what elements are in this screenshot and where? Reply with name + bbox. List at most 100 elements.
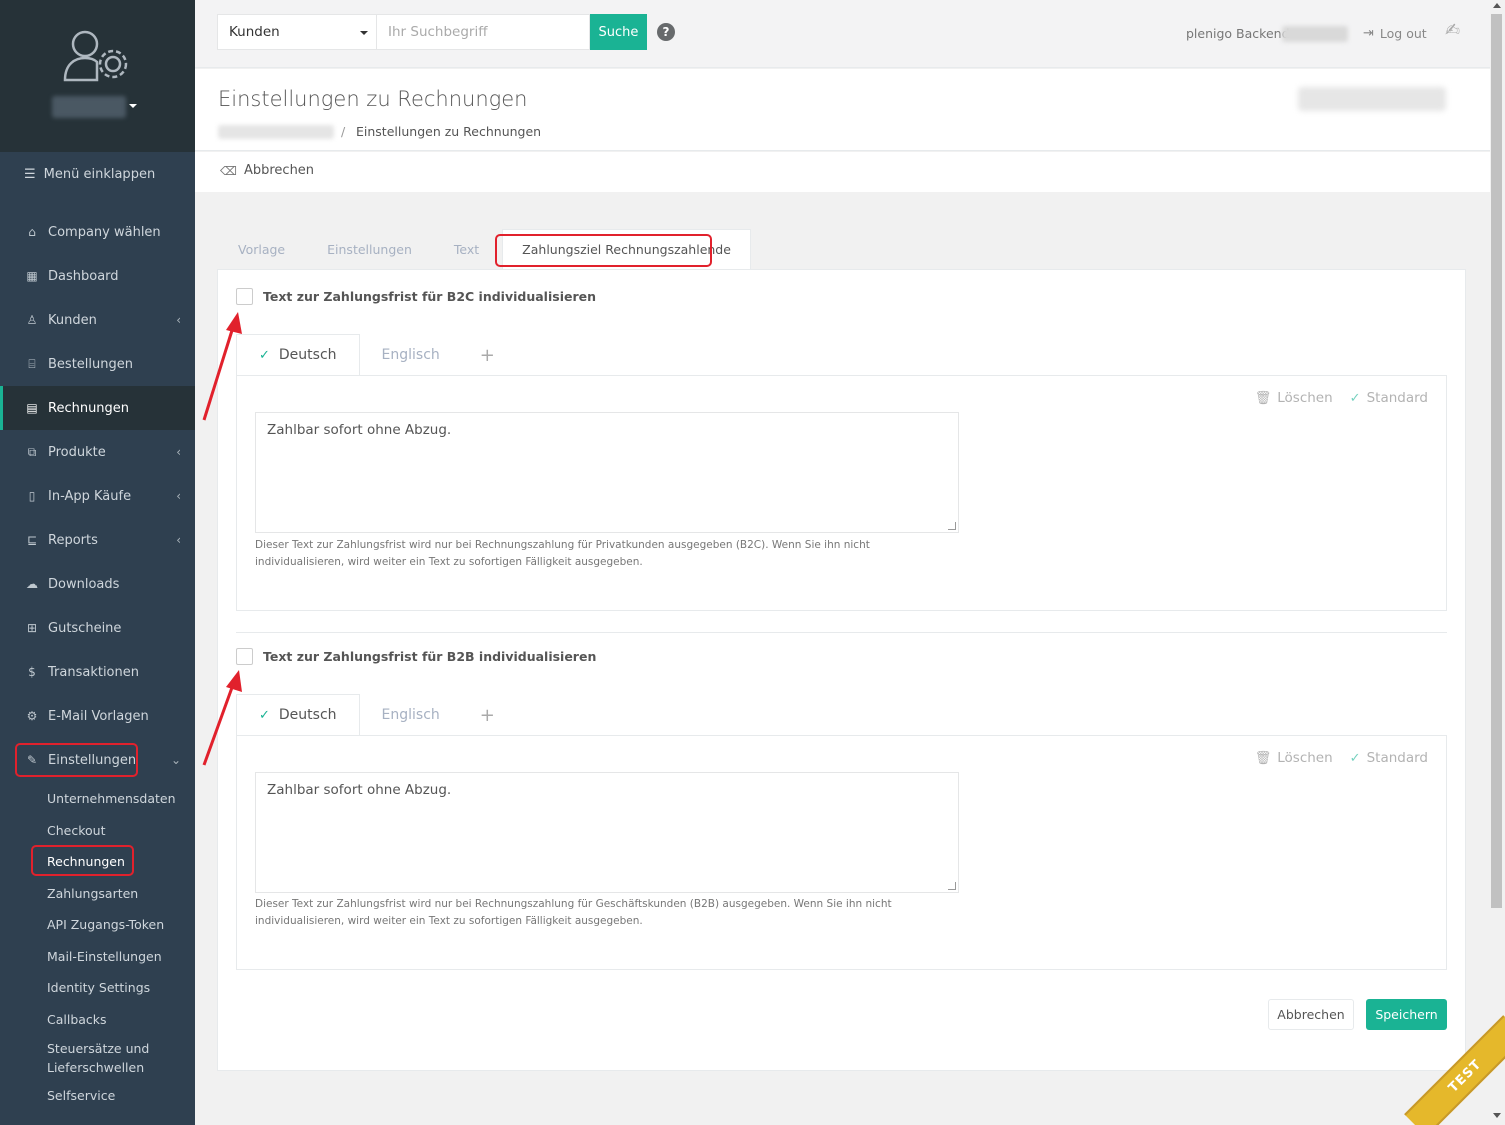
transactions-icon: $ [28, 665, 36, 679]
sidebar-item-dashboard[interactable]: ▦ Dashboard [0, 254, 195, 298]
sidebar-item-produkte[interactable]: ⧉ Produkte ‹ [0, 430, 195, 474]
b2b-checkbox-row: Text zur Zahlungsfrist für B2B individua… [236, 648, 596, 665]
b2c-help-text: Dieser Text zur Zahlungsfrist wird nur b… [255, 539, 870, 568]
subitem-selfservice[interactable]: Selfservice [0, 1080, 195, 1112]
sidebar-item-label: In-App Käufe [48, 488, 132, 504]
sidebar-item-transaktionen[interactable]: $ Transaktionen [0, 650, 195, 694]
standard-label: Standard [1366, 390, 1428, 406]
sidebar-item-reports[interactable]: ⊑ Reports ‹ [0, 518, 195, 562]
cancel-link[interactable]: ⌫ Abbrechen [220, 163, 314, 178]
resize-grip-icon[interactable] [948, 522, 956, 530]
search-button[interactable]: Suche [590, 14, 647, 50]
search-input[interactable]: Ihr Suchbegriff [377, 14, 590, 50]
sidebar-submenu: Unternehmensdaten Checkout Rechnungen Za… [0, 783, 195, 1112]
save-button[interactable]: Speichern [1366, 999, 1447, 1030]
chevron-left-icon: ‹ [176, 533, 181, 547]
hamburger-icon: ☰ [24, 166, 36, 182]
b2b-delete-button[interactable]: 🗑 Löschen [1255, 750, 1333, 766]
resize-grip-icon[interactable] [948, 882, 956, 890]
user-name-blurred[interactable] [52, 96, 126, 118]
logout-link[interactable]: ⇥ Log out [1363, 26, 1427, 41]
b2c-checkbox[interactable] [236, 288, 253, 305]
search-category-value: Kunden [229, 24, 280, 40]
check-circle-icon: ✓ [1349, 390, 1361, 406]
trash-icon: 🗑 [1254, 750, 1272, 766]
sidebar-item-rechnungen[interactable]: ▤ Rechnungen [0, 386, 195, 430]
subitem-unternehmensdaten[interactable]: Unternehmensdaten [0, 783, 195, 815]
check-circle-icon: ✓ [1349, 750, 1361, 766]
delete-label: Löschen [1277, 390, 1333, 406]
b2c-tab-englisch[interactable]: Englisch [360, 334, 462, 376]
sidebar-item-label: E-Mail Vorlagen [48, 708, 149, 724]
backend-id-blurred [1282, 26, 1348, 42]
sidebar-item-email-vorlagen[interactable]: ⚙ E-Mail Vorlagen [0, 694, 195, 738]
b2c-delete-button[interactable]: 🗑 Löschen [1255, 390, 1333, 406]
subitem-checkout[interactable]: Checkout [0, 815, 195, 847]
subitem-zahlungsarten[interactable]: Zahlungsarten [0, 878, 195, 910]
scrollbar-thumb[interactable] [1491, 14, 1502, 908]
check-icon: ✓ [259, 707, 270, 723]
signature-icon[interactable]: ✍ [1445, 20, 1460, 41]
sidebar-nav: ⌂ Company wählen ▦ Dashboard ♙ Kunden ‹ ⌸ Bes… [0, 210, 195, 782]
highlight-tab-zahlungsziel [495, 234, 712, 267]
cancel-button[interactable]: Abbrechen [1268, 999, 1354, 1030]
subitem-steuersaetze[interactable]: Steuersätze und Lieferschwellen [0, 1035, 195, 1080]
subitem-api-token[interactable]: API Zugangs-Token [0, 909, 195, 941]
user-settings-icon [63, 30, 128, 82]
b2b-help-text: Dieser Text zur Zahlungsfrist wird nur b… [255, 898, 892, 927]
b2c-add-language-icon[interactable]: + [462, 334, 503, 376]
mail-templates-icon: ⚙ [26, 709, 38, 723]
sidebar-item-bestellungen[interactable]: ⌸ Bestellungen [0, 342, 195, 386]
subitem-mail-einstellungen[interactable]: Mail-Einstellungen [0, 941, 195, 973]
b2b-tab-englisch[interactable]: Englisch [360, 694, 462, 736]
b2b-add-language-icon[interactable]: + [462, 694, 503, 736]
tab-einstellungen[interactable]: Einstellungen [306, 229, 433, 270]
b2c-standard-button[interactable]: ✓ Standard [1350, 390, 1428, 406]
tab-vorlage[interactable]: Vorlage [217, 229, 306, 270]
sidebar-item-gutscheine[interactable]: ⊞ Gutscheine [0, 606, 195, 650]
sidebar-item-label: Bestellungen [48, 356, 133, 372]
sidebar-item-inapp[interactable]: ▯ In-App Käufe ‹ [0, 474, 195, 518]
sidebar-item-company[interactable]: ⌂ Company wählen [0, 210, 195, 254]
chevron-left-icon: ‹ [176, 489, 181, 503]
basket-icon: ⌸ [28, 356, 36, 371]
section-divider [236, 632, 1447, 633]
annotation-arrows [202, 312, 242, 766]
user-caret-icon[interactable] [129, 104, 137, 108]
subitem-callbacks[interactable]: Callbacks [0, 1004, 195, 1036]
sidebar-item-label: Gutscheine [48, 620, 122, 636]
sidebar-item-label: Kunden [48, 312, 97, 328]
sidebar: ☰ Menü einklappen ⌂ Company wählen ▦ Dashb… [0, 0, 195, 1125]
company-badge-blurred [1298, 87, 1446, 111]
help-icon[interactable]: ? [657, 23, 675, 41]
b2b-text-textarea[interactable]: Zahlbar sofort ohne Abzug. [255, 772, 959, 893]
b2b-standard-button[interactable]: ✓ Standard [1350, 750, 1428, 766]
sidebar-item-kunden[interactable]: ♙ Kunden ‹ [0, 298, 195, 342]
breadcrumb-current: Einstellungen zu Rechnungen [356, 124, 542, 139]
annotation-arrow-b2b [202, 670, 242, 766]
subitem-identity-settings[interactable]: Identity Settings [0, 972, 195, 1004]
menu-collapse[interactable]: ☰ Menü einklappen [0, 152, 195, 196]
breadcrumb-root-blurred[interactable] [218, 125, 334, 139]
sidebar-item-label: Rechnungen [48, 400, 130, 416]
page-heading: Einstellungen zu Rechnungen / Einstellun… [195, 69, 1490, 151]
b2c-language-panel: 🗑 Löschen ✓ Standard Zahlbar sofort ohne A… [236, 375, 1447, 611]
sidebar-item-label: Downloads [48, 576, 120, 592]
sidebar-item-label: Produkte [48, 444, 106, 460]
sidebar-item-downloads[interactable]: ☁ Downloads [0, 562, 195, 606]
b2c-text-value: Zahlbar sofort ohne Abzug. [267, 422, 452, 438]
search-category-select[interactable]: Kunden [217, 14, 377, 50]
download-icon: ☁ [26, 577, 38, 591]
scroll-down-icon[interactable] [1493, 1113, 1501, 1118]
b2b-language-panel: 🗑 Löschen ✓ Standard Zahlbar sofort ohne A… [236, 735, 1447, 970]
tab-text[interactable]: Text [433, 229, 500, 270]
b2b-checkbox-label: Text zur Zahlungsfrist für B2B individua… [263, 649, 597, 664]
logout-icon: ⇥ [1363, 26, 1374, 41]
b2b-language-tabs: ✓ Deutsch Englisch + [236, 694, 503, 736]
scroll-up-icon[interactable] [1493, 3, 1501, 8]
b2c-text-textarea[interactable]: Zahlbar sofort ohne Abzug. [255, 412, 959, 533]
sidebar-profile [0, 0, 195, 152]
gift-icon: ⊞ [26, 621, 38, 635]
home-icon: ⌂ [28, 225, 36, 239]
caret-down-icon [360, 31, 368, 35]
